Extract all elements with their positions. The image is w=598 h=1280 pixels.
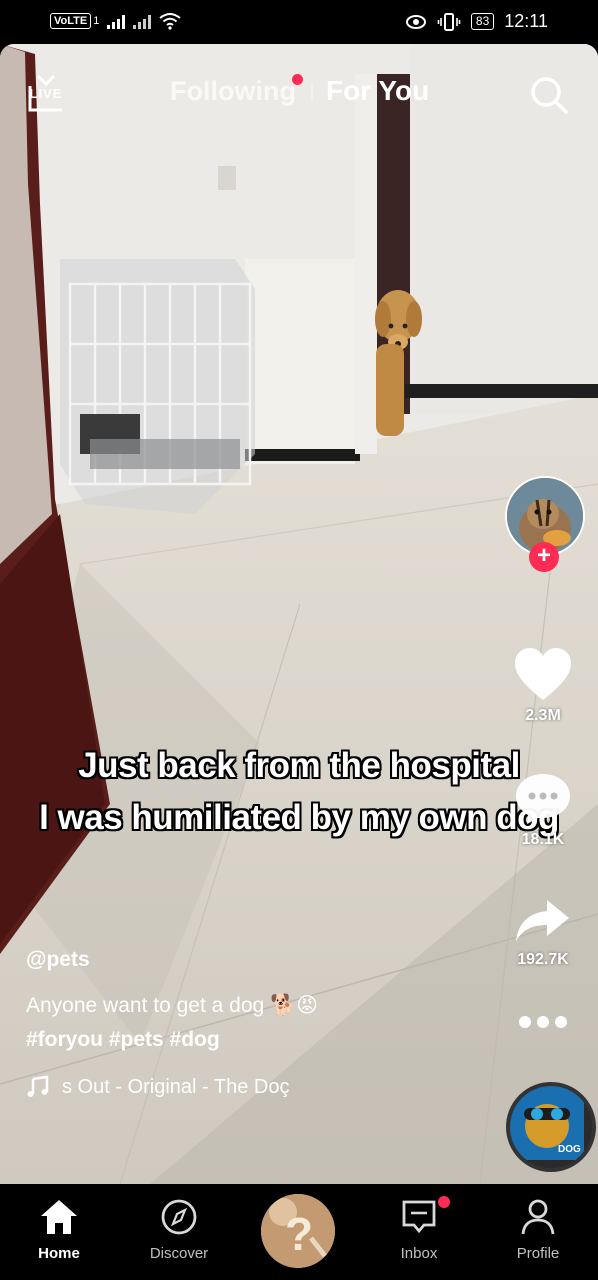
vibrate-icon [437,12,461,31]
signal-icon-2 [133,13,152,29]
nav-inbox-label: Inbox [400,1245,438,1262]
tab-following[interactable]: Following [170,76,296,107]
following-badge [292,74,303,85]
description-text: Anyone want to get a dog [26,994,265,1017]
wifi-icon [159,13,181,30]
share-icon [516,900,569,941]
nav-discover[interactable]: Discover [129,1198,229,1262]
sim-number: 1 [93,15,100,27]
profile-icon [521,1199,555,1235]
post-description: Anyone want to get a dog 🐕😡 #foryou #pet… [26,989,446,1057]
home-icon [41,1200,77,1234]
post-info: @pets Anyone want to get a dog 🐕😡 #foryo… [26,948,446,1099]
top-nav: LIVE Following For You [0,74,598,114]
share-count: 192.7K [517,951,569,968]
sound-disc[interactable]: DOG [506,1082,596,1172]
search-icon[interactable] [528,74,570,116]
nav-profile[interactable]: Profile [488,1198,588,1262]
comment-count: 18.1K [521,831,565,848]
svg-text:?: ? [285,1208,313,1260]
nav-profile-label: Profile [516,1245,560,1262]
comment-icon [516,774,570,824]
live-label: LIVE [29,86,63,101]
create-button[interactable]: ? [261,1194,335,1268]
status-left: VoLTE 1 [50,12,181,30]
compass-icon [161,1199,197,1235]
follow-plus-button[interactable]: + [529,542,559,572]
username[interactable]: @pets [26,948,446,972]
sound-title: s Out - Original - The Doç [62,1075,290,1098]
heart-icon [515,648,571,700]
more-icon [519,1016,567,1028]
bottom-nav: Home Discover ? Inbox Profile [0,1184,598,1280]
live-button[interactable]: LIVE [26,74,66,121]
nav-inbox[interactable]: Inbox [369,1198,469,1262]
like-button[interactable]: 2.3M [498,646,588,725]
music-note-icon [27,1075,49,1097]
status-right: 83 12:11 [405,11,548,32]
battery-icon: 83 [470,13,495,30]
sound-disc-image: DOG [510,1086,584,1160]
create-thumbnail-image: ? [261,1194,335,1268]
hashtags[interactable]: #foryou #pets #dog [26,1023,446,1057]
share-button[interactable]: 192.7K [498,896,588,969]
signal-icon [107,13,126,29]
dog-cage [60,259,255,514]
nav-home-label: Home [38,1245,80,1262]
disc-label: DOG [558,1144,581,1155]
tab-divider [311,84,313,100]
inbox-badge [438,1196,450,1208]
sound-row[interactable]: s Out - Original - The Doç [26,1075,446,1099]
clock: 12:11 [504,11,548,31]
description-emojis: 🐕😡 [270,994,319,1017]
more-button[interactable] [498,1010,588,1039]
eye-icon [405,14,426,29]
like-count: 2.3M [525,707,561,724]
comment-button[interactable]: 18.1K [498,770,588,849]
nav-discover-label: Discover [149,1245,209,1262]
inbox-icon [402,1200,436,1234]
tab-for-you[interactable]: For You [326,75,429,107]
status-bar: VoLTE 1 83 12:11 [0,0,598,44]
volte-badge: VoLTE [50,13,92,29]
nav-home[interactable]: Home [9,1198,109,1262]
